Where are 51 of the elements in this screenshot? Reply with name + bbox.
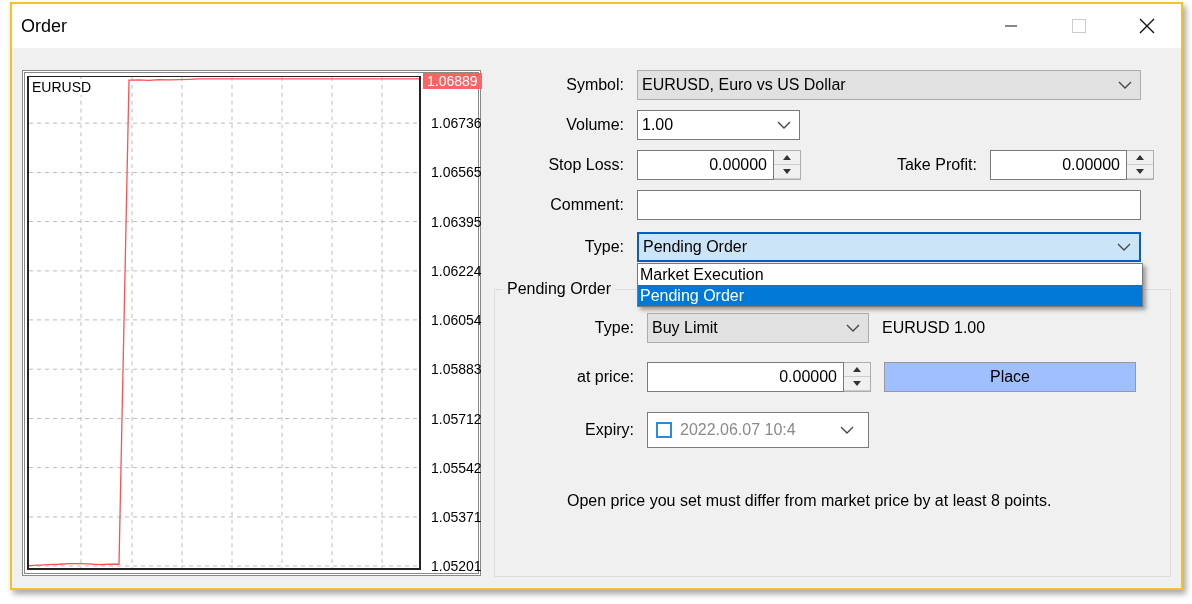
- chevron-down-icon: [1118, 81, 1132, 89]
- down-arrow-icon: [783, 169, 791, 174]
- expiry-date-picker[interactable]: 2022.06.07 10:4: [647, 412, 869, 448]
- pending-type-dropdown[interactable]: Buy Limit: [647, 313, 869, 343]
- up-arrow-icon: [783, 155, 791, 160]
- order-summary: EURUSD 1.00: [882, 319, 986, 337]
- chevron-down-icon: [846, 324, 860, 332]
- field-label: Volume:: [565, 116, 624, 134]
- field-label: Type:: [593, 319, 634, 337]
- down-arrow-icon: [1136, 169, 1144, 174]
- place-button[interactable]: Place: [884, 362, 1136, 392]
- checkbox[interactable]: [656, 422, 672, 438]
- field-label: Symbol:: [565, 76, 624, 94]
- dropdown-option[interactable]: Market Execution: [638, 264, 1142, 285]
- price-axis-label: 1.05712: [431, 410, 482, 427]
- window-title: Order: [21, 15, 67, 37]
- price-axis-label: 1.05542: [431, 459, 482, 476]
- price-axis-label: 1.06565: [431, 164, 482, 181]
- price-axis-label: 1.06395: [431, 213, 482, 230]
- symbol-dropdown[interactable]: EURUSD, Euro vs US Dollar: [637, 70, 1141, 100]
- price-axis-label: 1.05371: [431, 508, 482, 525]
- down-arrow-icon: [853, 381, 861, 386]
- chevron-down-icon: [840, 426, 854, 434]
- order-type-dropdown[interactable]: Pending Order: [637, 232, 1141, 262]
- field-label: Take Profit:: [895, 156, 977, 174]
- field-label: Type:: [583, 238, 624, 256]
- field-label: Expiry:: [584, 421, 634, 439]
- group-title: Pending Order: [506, 280, 613, 298]
- price-axis-label: 1.05883: [431, 361, 482, 378]
- price-hint-text: Open price you set must differ from market price by at least 8 points.: [567, 492, 1053, 510]
- price-axis-label: 1.06224: [431, 262, 482, 279]
- up-arrow-icon: [1136, 155, 1144, 160]
- current-price-label: 1.06889: [423, 73, 482, 89]
- stop-loss-field[interactable]: 0.00000: [637, 150, 774, 180]
- chevron-down-icon: [777, 121, 791, 129]
- close-icon: [1139, 18, 1155, 34]
- take-profit-field[interactable]: 0.00000: [990, 150, 1127, 180]
- field-label: at price:: [576, 368, 634, 386]
- price-axis-label: 1.05201: [431, 557, 482, 574]
- up-arrow-icon: [853, 367, 861, 372]
- volume-dropdown[interactable]: 1.00: [637, 110, 800, 140]
- comment-field[interactable]: [637, 190, 1141, 220]
- price-axis-label: 1.06736: [431, 115, 482, 132]
- price-axis-label: 1.06054: [431, 311, 482, 328]
- field-label: Comment:: [549, 196, 624, 214]
- chart-symbol-label: EURUSD: [32, 79, 92, 95]
- maximize-icon: [1072, 19, 1086, 33]
- chevron-down-icon: [1117, 243, 1131, 251]
- field-label: Stop Loss:: [547, 156, 624, 174]
- dropdown-option[interactable]: Pending Order: [638, 285, 1142, 306]
- price-field[interactable]: 0.00000: [647, 362, 844, 392]
